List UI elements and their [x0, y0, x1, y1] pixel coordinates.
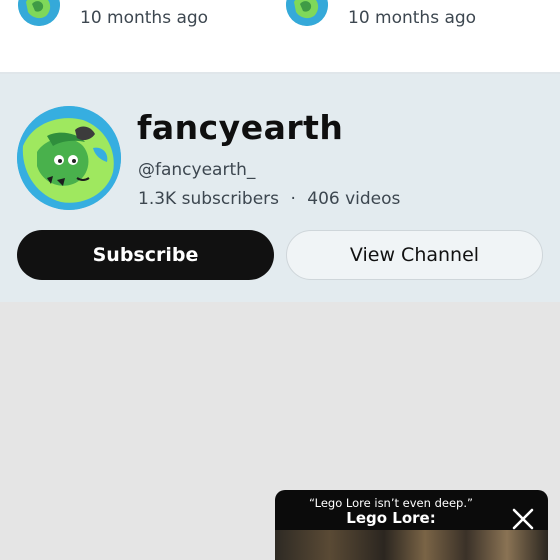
- subscribe-button[interactable]: Subscribe: [17, 230, 274, 280]
- channel-name: fancyearth: [137, 108, 344, 147]
- subscribe-label: Subscribe: [92, 244, 199, 266]
- channel-avatar-small: [286, 0, 328, 26]
- close-icon[interactable]: [510, 506, 536, 532]
- earth-avatar-icon: [17, 106, 121, 210]
- previous-video-strip: 10 months ago 10 months ago: [0, 0, 560, 74]
- channel-stats: 1.3K subscribers · 406 videos: [138, 189, 400, 209]
- channel-card: fancyearth @fancyearth_ 1.3K subscribers…: [0, 74, 560, 302]
- mini-player-quote: “Lego Lore isn’t even deep.”: [309, 496, 473, 510]
- video-count: 406 videos: [307, 189, 401, 209]
- video-age: 10 months ago: [80, 8, 209, 28]
- video-age: 10 months ago: [348, 8, 477, 28]
- channel-avatar[interactable]: [17, 106, 121, 210]
- earth-icon: [18, 0, 60, 26]
- video-thumbnail: [275, 530, 548, 560]
- view-channel-button[interactable]: View Channel: [286, 230, 543, 280]
- mini-player[interactable]: “Lego Lore isn’t even deep.” Lego Lore:: [275, 490, 548, 560]
- view-channel-label: View Channel: [349, 244, 480, 266]
- stats-separator: ·: [290, 189, 296, 209]
- mini-player-title: Lego Lore:: [346, 509, 436, 527]
- channel-handle: @fancyearth_: [138, 160, 256, 180]
- earth-icon: [286, 0, 328, 26]
- channel-avatar-small: [18, 0, 60, 26]
- subscriber-count: 1.3K subscribers: [138, 189, 280, 209]
